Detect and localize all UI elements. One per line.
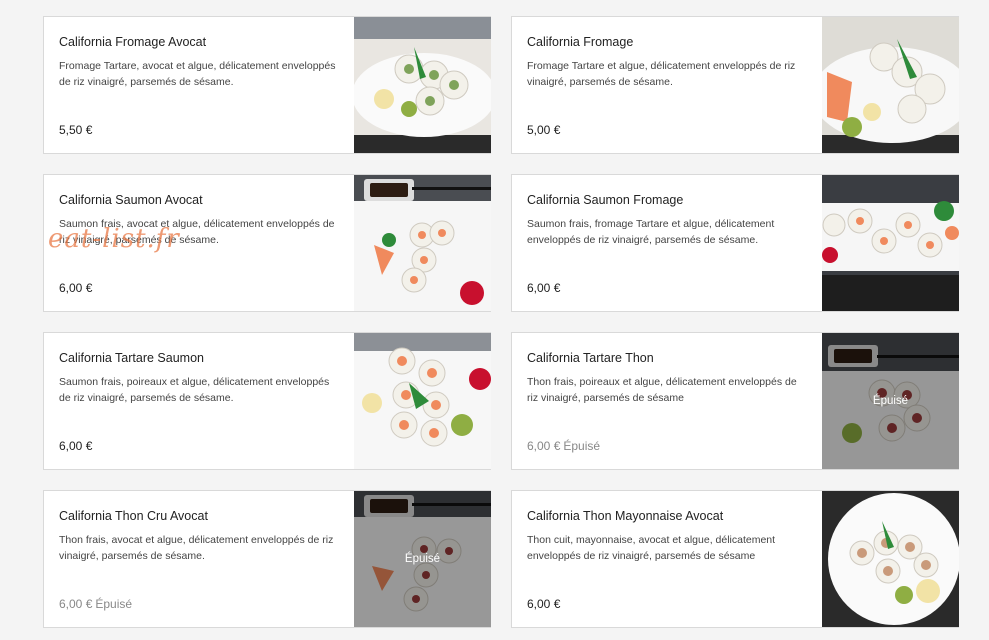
product-price: 5,50 € [59, 123, 93, 137]
product-image[interactable] [822, 17, 959, 153]
product-image[interactable] [354, 175, 491, 311]
product-description: Saumon frais, poireaux et algue, délicat… [59, 376, 330, 404]
product-description: Saumon frais, fromage Tartare et algue, … [527, 218, 775, 246]
product-price: 6,00 € Épuisé [59, 597, 133, 611]
product-card[interactable]: California Thon Cru Avocat Thon frais, a… [43, 490, 491, 628]
product-name[interactable]: California Thon Cru Avocat [59, 509, 208, 523]
product-name[interactable]: California Fromage [527, 35, 633, 49]
product-description: Fromage Tartare et algue, délicatement e… [527, 60, 796, 88]
product-image[interactable] [354, 333, 491, 469]
product-name[interactable]: California Thon Mayonnaise Avocat [527, 509, 723, 523]
product-description: Thon cuit, mayonnaise, avocat et algue, … [527, 534, 776, 562]
product-card[interactable]: California Fromage Fromage Tartare et al… [511, 16, 959, 154]
product-name[interactable]: California Fromage Avocat [59, 35, 206, 49]
product-card[interactable]: California Thon Mayonnaise Avocat Thon c… [511, 490, 959, 628]
product-description: Fromage Tartare, avocat et algue, délica… [59, 60, 336, 88]
product-price: 6,00 € [527, 281, 561, 295]
product-image[interactable] [822, 491, 959, 627]
watermark-logo: eat-list.fr [48, 224, 180, 254]
product-name[interactable]: California Saumon Avocat [59, 193, 203, 207]
product-price: 6,00 € [59, 281, 93, 295]
product-image[interactable] [354, 17, 491, 153]
product-description: Thon frais, avocat et algue, délicatemen… [59, 534, 334, 562]
sold-out-label: Épuisé [95, 597, 133, 611]
product-price: 6,00 € Épuisé [527, 439, 601, 453]
sold-out-label: Épuisé [563, 439, 601, 453]
product-image[interactable]: Épuisé [354, 491, 491, 627]
product-description: Thon frais, poireaux et algue, délicatem… [527, 376, 797, 404]
product-name[interactable]: California Tartare Saumon [59, 351, 204, 365]
product-card[interactable]: California Saumon Fromage Saumon frais, … [511, 174, 959, 312]
product-image[interactable] [822, 175, 959, 311]
sold-out-overlay: Épuisé [822, 333, 959, 469]
product-price: 6,00 € [59, 439, 93, 453]
product-image[interactable]: Épuisé [822, 333, 959, 469]
product-name[interactable]: California Tartare Thon [527, 351, 654, 365]
product-card[interactable]: California Fromage Avocat Fromage Tartar… [43, 16, 491, 154]
product-price: 5,00 € [527, 123, 561, 137]
product-card[interactable]: California Tartare Saumon Saumon frais, … [43, 332, 491, 470]
sold-out-overlay: Épuisé [354, 491, 491, 627]
product-name[interactable]: California Saumon Fromage [527, 193, 683, 207]
product-price: 6,00 € [527, 597, 561, 611]
product-card[interactable]: California Tartare Thon Thon frais, poir… [511, 332, 959, 470]
